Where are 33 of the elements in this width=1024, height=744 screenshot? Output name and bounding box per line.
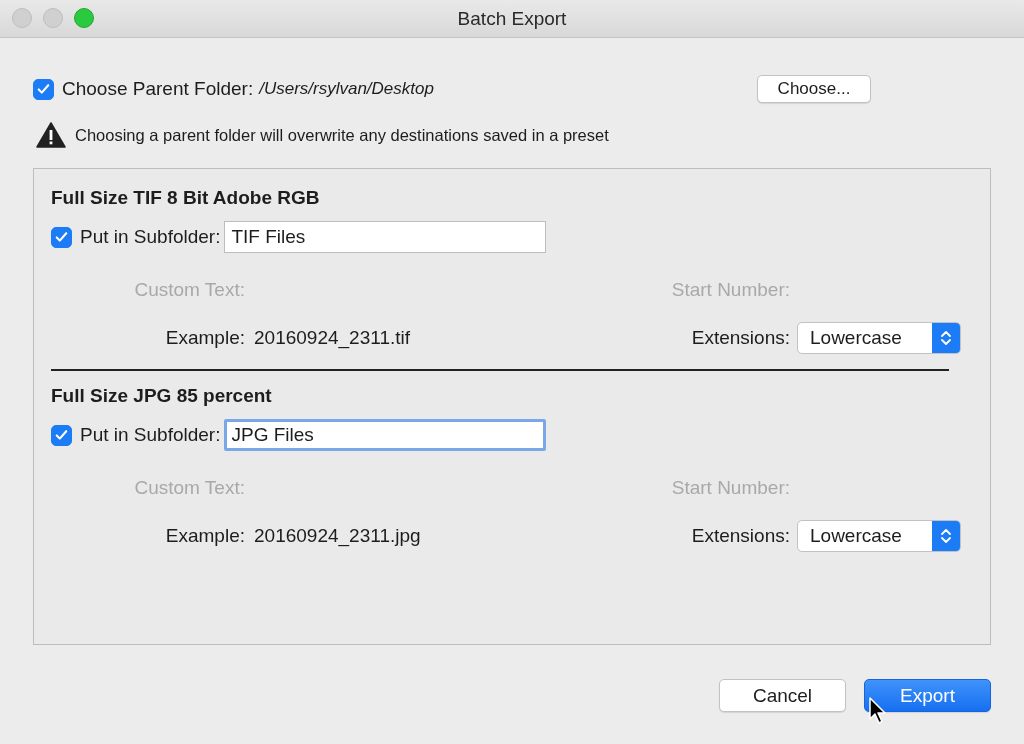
field-label: Extensions: xyxy=(690,524,790,548)
checkbox[interactable] xyxy=(33,78,54,100)
checkbox[interactable] xyxy=(51,424,72,446)
checkbox-label: Put in Subfolder: xyxy=(80,226,221,248)
extensions-dropdown[interactable]: Lowercase xyxy=(797,520,961,552)
example-filename: 20160924_2311.jpg xyxy=(253,525,422,547)
folder-path: /Users/rsylvan/Desktop xyxy=(259,79,434,99)
checkbox[interactable] xyxy=(51,226,72,248)
dialog-button[interactable]: Cancel xyxy=(719,679,846,712)
preset-title: Full Size JPG 85 percent xyxy=(51,385,273,407)
subfolder-field[interactable]: TIF Files xyxy=(224,221,547,253)
cursor-icon xyxy=(869,697,887,725)
warning-icon xyxy=(36,122,66,148)
dialog-button[interactable]: Export xyxy=(864,679,991,712)
updown-chevron-icon xyxy=(940,527,952,545)
field-label: Start Number: xyxy=(670,278,790,302)
preset-title: Full Size TIF 8 Bit Adobe RGB xyxy=(51,187,321,209)
choose-button[interactable]: Choose... xyxy=(757,75,871,103)
checkbox-label: Choose Parent Folder: xyxy=(62,78,254,100)
field-label: Custom Text: xyxy=(133,476,245,500)
field-label: Example: xyxy=(164,326,245,350)
subfolder-field[interactable]: JPG Files xyxy=(224,419,547,451)
field-label: Start Number: xyxy=(670,476,790,500)
example-filename: 20160924_2311.tif xyxy=(253,327,412,349)
warning-text: Choosing a parent folder will overwrite any destinations saved in a preset xyxy=(75,125,609,145)
field-label: Extensions: xyxy=(690,326,790,350)
checkbox-label: Put in Subfolder: xyxy=(80,424,221,446)
zoom-button[interactable] xyxy=(74,8,94,28)
updown-chevron-icon xyxy=(940,329,952,347)
window-title: Batch Export xyxy=(457,7,567,30)
field-label: Custom Text: xyxy=(133,278,245,302)
field-label: Example: xyxy=(164,524,245,548)
extensions-dropdown[interactable]: Lowercase xyxy=(797,322,961,354)
